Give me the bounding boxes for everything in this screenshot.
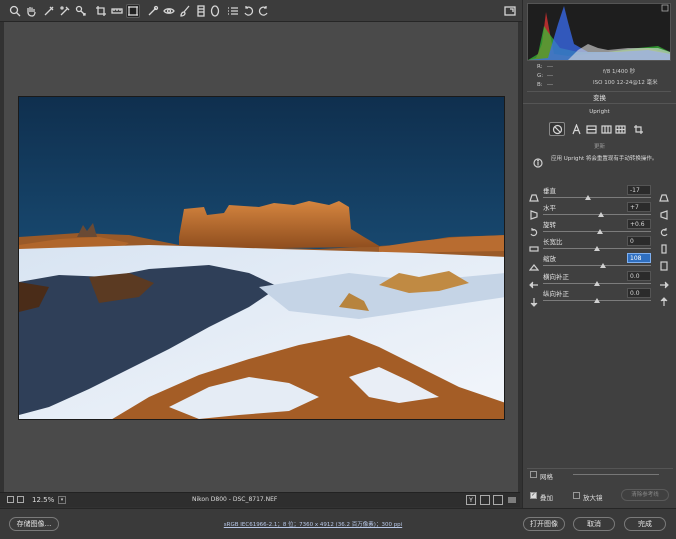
histogram bbox=[527, 3, 671, 61]
slider-track[interactable] bbox=[543, 197, 651, 198]
status-bar: 12.5% ▾ Nikon D800 - DSC_8717.NEF Y bbox=[0, 492, 520, 507]
readout-area: R: --- G: --- B: --- f/8 1/400 秒 ISO 100… bbox=[527, 62, 671, 92]
camera-file-label: Nikon D800 - DSC_8717.NEF bbox=[192, 496, 278, 503]
straighten-tool-icon[interactable] bbox=[110, 4, 124, 18]
slider-thumb[interactable] bbox=[598, 212, 605, 217]
rotate-ccw-icon[interactable] bbox=[242, 4, 256, 18]
swap-settings-icon[interactable] bbox=[480, 495, 490, 505]
white-balance-tool-icon[interactable] bbox=[42, 4, 56, 18]
zoom-tool-icon[interactable] bbox=[8, 4, 22, 18]
landscape-photo bbox=[19, 97, 504, 419]
slider-thumb[interactable] bbox=[600, 263, 607, 268]
slider-thumb[interactable] bbox=[585, 195, 592, 200]
upright-level-button[interactable] bbox=[583, 122, 599, 136]
save-image-button[interactable]: 存储图像... bbox=[9, 517, 59, 531]
slider-value-field[interactable]: +7 bbox=[627, 202, 651, 212]
grid-slider[interactable] bbox=[573, 474, 659, 475]
panel-title: 变换 bbox=[523, 92, 676, 104]
scale-large-icon bbox=[659, 261, 669, 271]
crop-tool-icon[interactable] bbox=[94, 4, 108, 18]
offset-down-arrow-icon bbox=[529, 297, 539, 307]
slider-thumb[interactable] bbox=[594, 298, 600, 303]
histogram-chart bbox=[528, 4, 670, 60]
slider-value-field[interactable]: -17 bbox=[627, 185, 651, 195]
scale-small-icon bbox=[528, 261, 540, 271]
upright-off-button[interactable] bbox=[549, 122, 565, 136]
info-icon bbox=[533, 158, 543, 168]
info-text: 应用 Upright 将会重置现有手动转换操作。 bbox=[551, 156, 658, 162]
rotate-cw-icon[interactable] bbox=[256, 4, 270, 18]
loupe-label: 放大镜 bbox=[583, 494, 603, 502]
adjustment-brush-tool-icon[interactable] bbox=[178, 4, 192, 18]
open-image-button[interactable]: 打开图像 bbox=[523, 517, 565, 531]
divider bbox=[527, 468, 673, 469]
loupe-checkbox[interactable] bbox=[573, 492, 580, 499]
slider-thumb[interactable] bbox=[597, 229, 604, 234]
transform-tool-icon[interactable] bbox=[126, 4, 140, 18]
footer: 存储图像... sRGB IEC61966-2.1；8 位；7360 x 491… bbox=[0, 508, 676, 539]
offset-up-arrow-icon bbox=[659, 297, 669, 307]
clear-guides-button[interactable]: 清除参考线 bbox=[621, 489, 669, 501]
upright-guided-button[interactable] bbox=[630, 122, 646, 136]
slider-track[interactable] bbox=[543, 265, 651, 266]
slider-thumb[interactable] bbox=[594, 281, 600, 286]
done-button[interactable]: 完成 bbox=[624, 517, 666, 531]
overlay-checkbox[interactable]: ✓ bbox=[530, 492, 537, 499]
radial-filter-tool-icon[interactable] bbox=[208, 4, 222, 18]
grid-checkbox[interactable] bbox=[530, 471, 537, 478]
targeted-adjustment-tool-icon[interactable] bbox=[74, 4, 88, 18]
fullscreen-toggle-icon[interactable] bbox=[503, 4, 517, 18]
slider-value-field[interactable]: 0 bbox=[627, 236, 651, 246]
upright-auto-button[interactable] bbox=[568, 122, 584, 136]
before-after-icon[interactable] bbox=[17, 496, 24, 503]
single-view-icon[interactable] bbox=[7, 496, 14, 503]
slider-value-field[interactable]: 0.0 bbox=[627, 271, 651, 281]
iso-lens: ISO 100 12-24@12 毫米 bbox=[593, 80, 658, 86]
workflow-options-link[interactable]: sRGB IEC61966-2.1；8 位；7360 x 4912 (36.2 … bbox=[198, 520, 428, 528]
color-sampler-tool-icon[interactable] bbox=[58, 4, 72, 18]
rotate-right-icon bbox=[659, 227, 669, 237]
vertical-left-icon bbox=[529, 193, 539, 203]
hand-tool-icon[interactable] bbox=[24, 4, 38, 18]
right-panel: R: --- G: --- B: --- f/8 1/400 秒 ISO 100… bbox=[522, 0, 676, 508]
horizontal-left-icon bbox=[529, 210, 539, 220]
slider-label: 横向补正 bbox=[543, 273, 569, 281]
spot-removal-tool-icon[interactable] bbox=[146, 4, 160, 18]
grid-label: 网格 bbox=[540, 473, 553, 481]
upright-label: Upright bbox=[589, 109, 610, 115]
toggle-settings-icon[interactable] bbox=[507, 495, 517, 505]
preferences-icon[interactable] bbox=[226, 4, 240, 18]
slider-label: 旋转 bbox=[543, 221, 556, 229]
offset-left-arrow-icon bbox=[529, 280, 539, 290]
slider-label: 长宽比 bbox=[543, 238, 563, 246]
view-mode-y-button[interactable]: Y bbox=[466, 495, 476, 505]
slider-value-field[interactable]: 108 bbox=[627, 253, 651, 263]
offset-right-arrow-icon bbox=[659, 280, 669, 290]
aperture-shutter: f/8 1/400 秒 bbox=[603, 69, 636, 75]
slider-label: 水平 bbox=[543, 204, 556, 212]
slider-label: 纵向补正 bbox=[543, 290, 569, 298]
slider-label: 缩放 bbox=[543, 255, 556, 263]
horizontal-right-icon bbox=[659, 210, 669, 220]
zoom-level[interactable]: 12.5% bbox=[32, 496, 54, 504]
aspect-left-icon bbox=[529, 244, 539, 254]
slider-value-field[interactable]: +0.6 bbox=[627, 219, 651, 229]
slider-label: 垂直 bbox=[543, 187, 556, 195]
upright-full-button[interactable] bbox=[612, 122, 628, 136]
graduated-filter-tool-icon[interactable] bbox=[194, 4, 208, 18]
photo-preview[interactable] bbox=[18, 96, 505, 420]
red-eye-tool-icon[interactable] bbox=[162, 4, 176, 18]
overlay-label: 叠加 bbox=[540, 494, 553, 502]
vertical-right-icon bbox=[659, 193, 669, 203]
slider-track[interactable] bbox=[543, 214, 651, 215]
slider-thumb[interactable] bbox=[594, 246, 600, 251]
copy-settings-icon[interactable] bbox=[493, 495, 503, 505]
reanalyze-button[interactable]: 更新 bbox=[523, 142, 676, 150]
zoom-dropdown-icon[interactable]: ▾ bbox=[58, 496, 66, 504]
aspect-right-icon bbox=[659, 244, 669, 254]
cancel-button[interactable]: 取消 bbox=[573, 517, 615, 531]
rotate-left-icon bbox=[529, 227, 539, 237]
slider-value-field[interactable]: 0.0 bbox=[627, 288, 651, 298]
